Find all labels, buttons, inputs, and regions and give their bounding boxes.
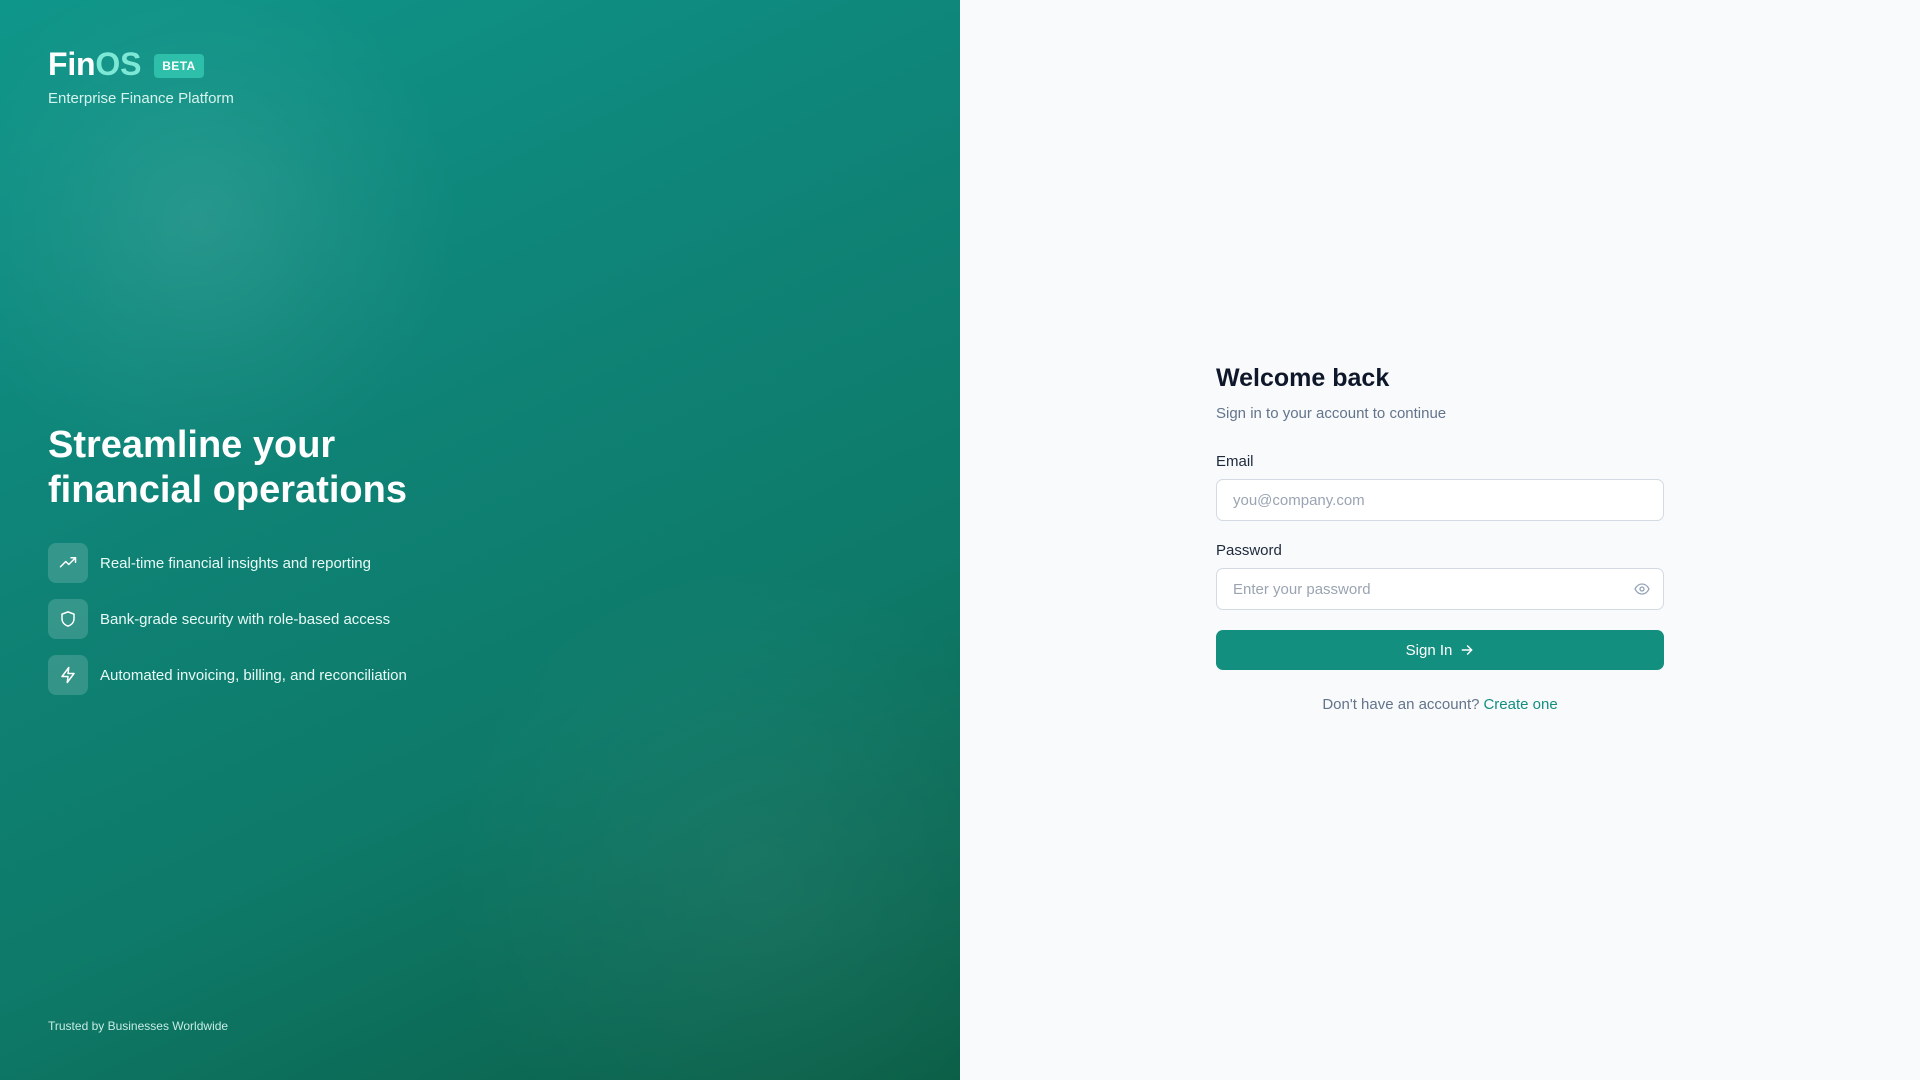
signup-row: Don't have an account? Create one xyxy=(1216,696,1664,713)
eye-icon[interactable] xyxy=(1632,579,1652,599)
password-label: Password xyxy=(1216,542,1282,559)
brand-tagline: Enterprise Finance Platform xyxy=(48,90,234,107)
email-label: Email xyxy=(1216,453,1254,470)
brand-panel: FinOS BETA Enterprise Finance Platform S… xyxy=(0,0,960,1080)
email-group: Email xyxy=(1216,453,1664,521)
feature-list: Real-time financial insights and reporti… xyxy=(48,543,448,695)
email-field[interactable] xyxy=(1216,479,1664,521)
password-input-wrap xyxy=(1216,568,1664,610)
beta-badge: BETA xyxy=(154,53,204,78)
trusted-text: Trusted by Businesses Worldwide xyxy=(48,1019,229,1033)
feature-item: Real-time financial insights and reporti… xyxy=(48,543,448,583)
feature-text: Automated invoicing, billing, and reconc… xyxy=(100,666,407,684)
sign-in-label: Sign In xyxy=(1405,641,1453,659)
logo-text-fin: Fin xyxy=(48,46,96,82)
password-field[interactable] xyxy=(1216,568,1664,610)
login-panel: Welcome back Sign in to your account to … xyxy=(960,0,1920,1080)
hero: Streamline your financial operations Rea… xyxy=(48,423,448,711)
shield-icon xyxy=(48,599,88,639)
login-subtitle: Sign in to your account to continue xyxy=(1216,405,1447,422)
feature-text: Bank-grade security with role-based acce… xyxy=(100,610,391,628)
feature-item: Bank-grade security with role-based acce… xyxy=(48,599,448,639)
logo: FinOS xyxy=(48,46,141,83)
email-input-wrap xyxy=(1216,479,1664,521)
brand: FinOS BETA Enterprise Finance Platform xyxy=(48,46,234,107)
create-account-link[interactable]: Create one xyxy=(1483,696,1557,713)
feature-item: Automated invoicing, billing, and reconc… xyxy=(48,655,448,695)
sign-in-button[interactable]: Sign In xyxy=(1216,630,1664,670)
feature-text: Real-time financial insights and reporti… xyxy=(100,554,371,572)
login-form: Welcome back Sign in to your account to … xyxy=(1216,364,1664,713)
brand-row: FinOS BETA xyxy=(48,46,234,83)
trending-up-icon xyxy=(48,543,88,583)
arrow-right-icon xyxy=(1460,643,1474,657)
signup-prompt: Don't have an account? xyxy=(1322,696,1480,713)
password-group: Password xyxy=(1216,542,1664,610)
lightning-icon xyxy=(48,655,88,695)
logo-text-os: OS xyxy=(95,46,142,82)
login-title: Welcome back xyxy=(1216,364,1390,392)
hero-title: Streamline your financial operations xyxy=(48,424,407,511)
